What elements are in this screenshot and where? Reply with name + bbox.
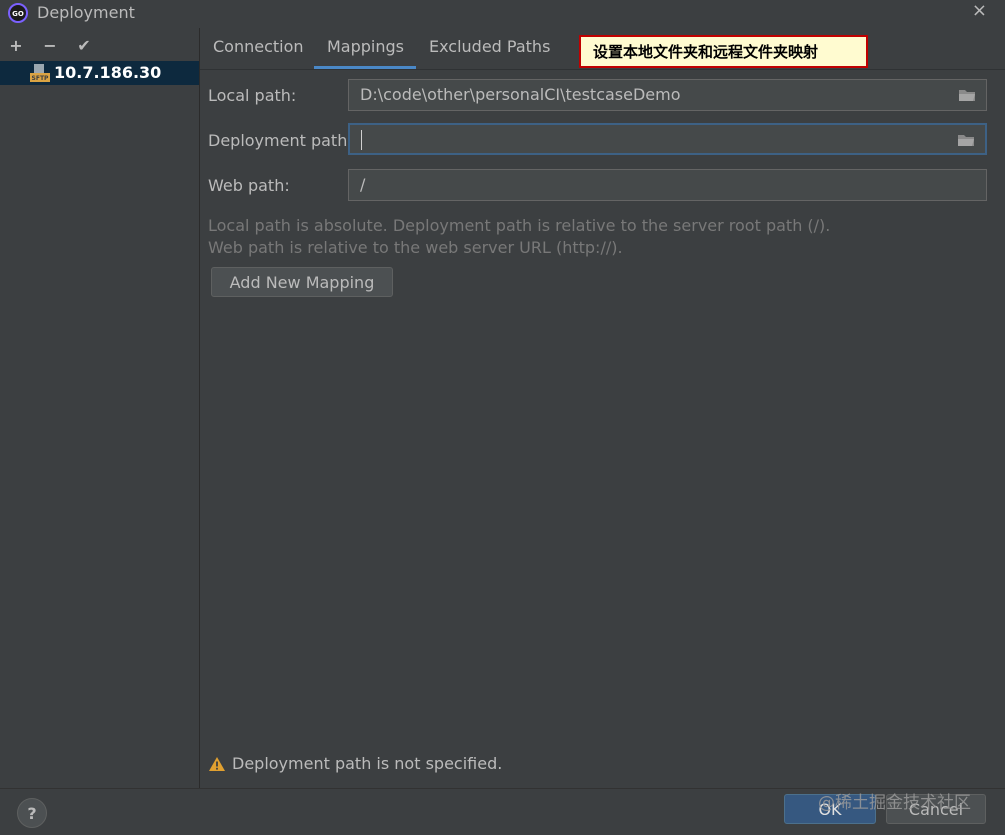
window-title: Deployment <box>37 3 135 22</box>
sftp-server-icon: SFTP <box>30 64 50 82</box>
server-name: 10.7.186.30 <box>54 63 162 82</box>
local-path-field[interactable]: D:\code\other\personalCI\testcaseDemo <box>348 79 987 111</box>
tabs-divider <box>200 69 1005 70</box>
local-path-label: Local path: <box>208 86 297 105</box>
annotation-text: 设置本地文件夹和远程文件夹映射 <box>593 43 819 61</box>
annotation-callout: 设置本地文件夹和远程文件夹映射 <box>579 35 868 68</box>
hint-web-path: Web path is relative to the web server U… <box>208 238 623 257</box>
check-icon[interactable]: ✔ <box>73 34 95 56</box>
server-list-panel: + − ✔ SFTP 10.7.186.30 <box>0 28 200 788</box>
add-icon[interactable]: + <box>5 34 27 56</box>
web-path-label: Web path: <box>208 176 290 195</box>
text-caret <box>361 130 362 150</box>
sftp-badge: SFTP <box>32 75 50 82</box>
add-new-mapping-button[interactable]: Add New Mapping <box>211 267 393 297</box>
remove-icon[interactable]: − <box>39 34 61 56</box>
tab-excluded-paths[interactable]: Excluded Paths <box>429 37 550 56</box>
help-icon[interactable]: ? <box>17 798 47 828</box>
local-path-value: D:\code\other\personalCI\testcaseDemo <box>360 85 681 104</box>
deployment-path-field[interactable] <box>348 123 987 155</box>
watermark: @稀土掘金技术社区 <box>818 793 971 813</box>
web-path-value: / <box>360 175 366 194</box>
app-logo-icon: GO <box>8 3 28 23</box>
warning-message: Deployment path is not specified. <box>232 754 503 773</box>
tab-mappings[interactable]: Mappings <box>327 37 404 56</box>
svg-text:GO: GO <box>12 10 24 18</box>
hint-local-path: Local path is absolute. Deployment path … <box>208 216 831 235</box>
deployment-path-label: Deployment path: <box>208 131 353 150</box>
title-bar: GO Deployment × <box>0 0 1005 28</box>
tab-connection[interactable]: Connection <box>213 37 304 56</box>
close-icon[interactable]: × <box>972 0 987 21</box>
web-path-field[interactable]: / <box>348 169 987 201</box>
folder-icon[interactable] <box>958 88 976 102</box>
server-list-item[interactable]: SFTP 10.7.186.30 <box>0 61 199 85</box>
warning-icon <box>209 757 225 771</box>
folder-icon[interactable] <box>957 133 975 147</box>
